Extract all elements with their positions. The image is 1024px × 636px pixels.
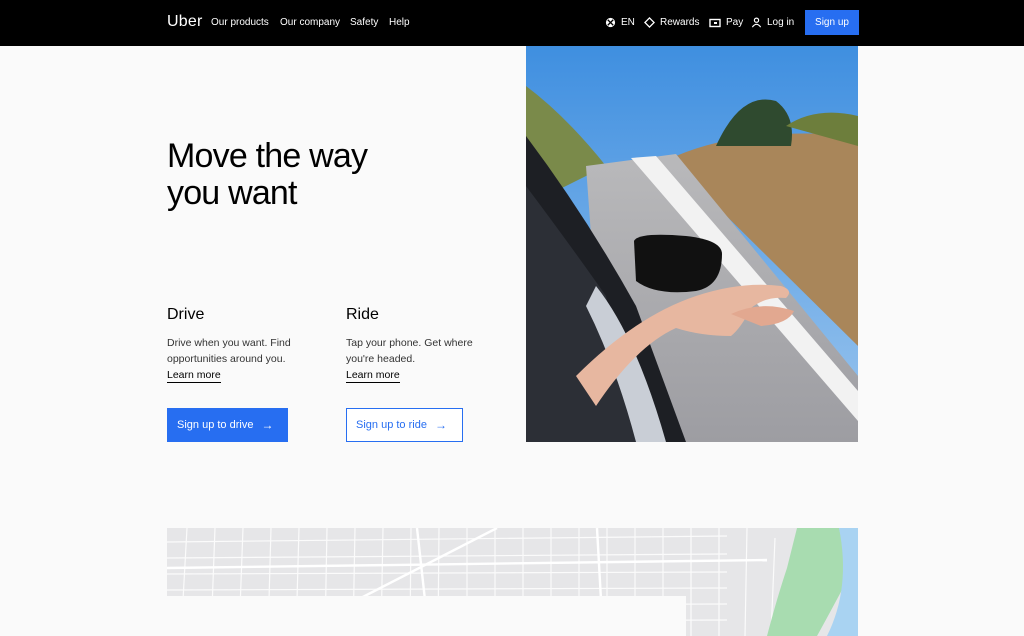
uber-logo[interactable]: Uber <box>167 13 202 31</box>
hero-title-line-2: you want <box>167 174 297 212</box>
language-selector[interactable]: EN <box>605 17 635 28</box>
sign-up-to-ride-label: Sign up to ride <box>356 419 427 431</box>
ride-learn-more-link[interactable]: Learn more <box>346 369 400 383</box>
rewards-link[interactable]: Rewards <box>644 17 699 28</box>
diamond-icon <box>644 17 655 28</box>
pay-link[interactable]: Pay <box>709 17 743 28</box>
ride-description: Tap your phone. Get where you're headed. <box>346 335 486 367</box>
globe-icon <box>605 17 616 28</box>
sign-up-to-drive-button[interactable]: Sign up to drive → <box>167 408 288 442</box>
person-icon <box>751 17 762 28</box>
login-link[interactable]: Log in <box>751 17 794 28</box>
nav-link-our-company[interactable]: Our company <box>280 17 340 28</box>
ride-description-line-2: you're headed. <box>346 353 416 365</box>
sign-up-to-ride-button[interactable]: Sign up to ride → <box>346 408 463 442</box>
drive-description-line-1: Drive when you want. Find <box>167 337 291 349</box>
login-label: Log in <box>767 17 795 28</box>
drive-learn-more-link[interactable]: Learn more <box>167 369 221 383</box>
hero-title: Move the way you want <box>167 138 487 212</box>
nav-link-help[interactable]: Help <box>389 17 410 28</box>
signup-button[interactable]: Sign up <box>805 10 859 35</box>
nav-link-our-products[interactable]: Our products <box>211 17 269 28</box>
language-label: EN <box>621 17 635 28</box>
rewards-label: Rewards <box>660 17 700 28</box>
pay-label: Pay <box>726 17 744 28</box>
ride-title: Ride <box>346 306 379 323</box>
arrow-right-icon: → <box>434 418 447 432</box>
map-section <box>167 528 858 636</box>
drive-description: Drive when you want. Find opportunities … <box>167 335 307 367</box>
nav-link-safety[interactable]: Safety <box>350 17 378 28</box>
drive-description-line-2: opportunities around you. <box>167 353 286 365</box>
wallet-icon <box>709 18 721 27</box>
arrow-right-icon: → <box>261 418 274 432</box>
ride-description-line-1: Tap your phone. Get where <box>346 337 473 349</box>
hero-title-line-1: Move the way <box>167 137 368 175</box>
drive-title: Drive <box>167 306 205 323</box>
hero-image <box>526 46 858 442</box>
top-navbar: Uber Our products Our company Safety Hel… <box>0 0 1024 46</box>
sign-up-to-drive-label: Sign up to drive <box>177 419 254 431</box>
